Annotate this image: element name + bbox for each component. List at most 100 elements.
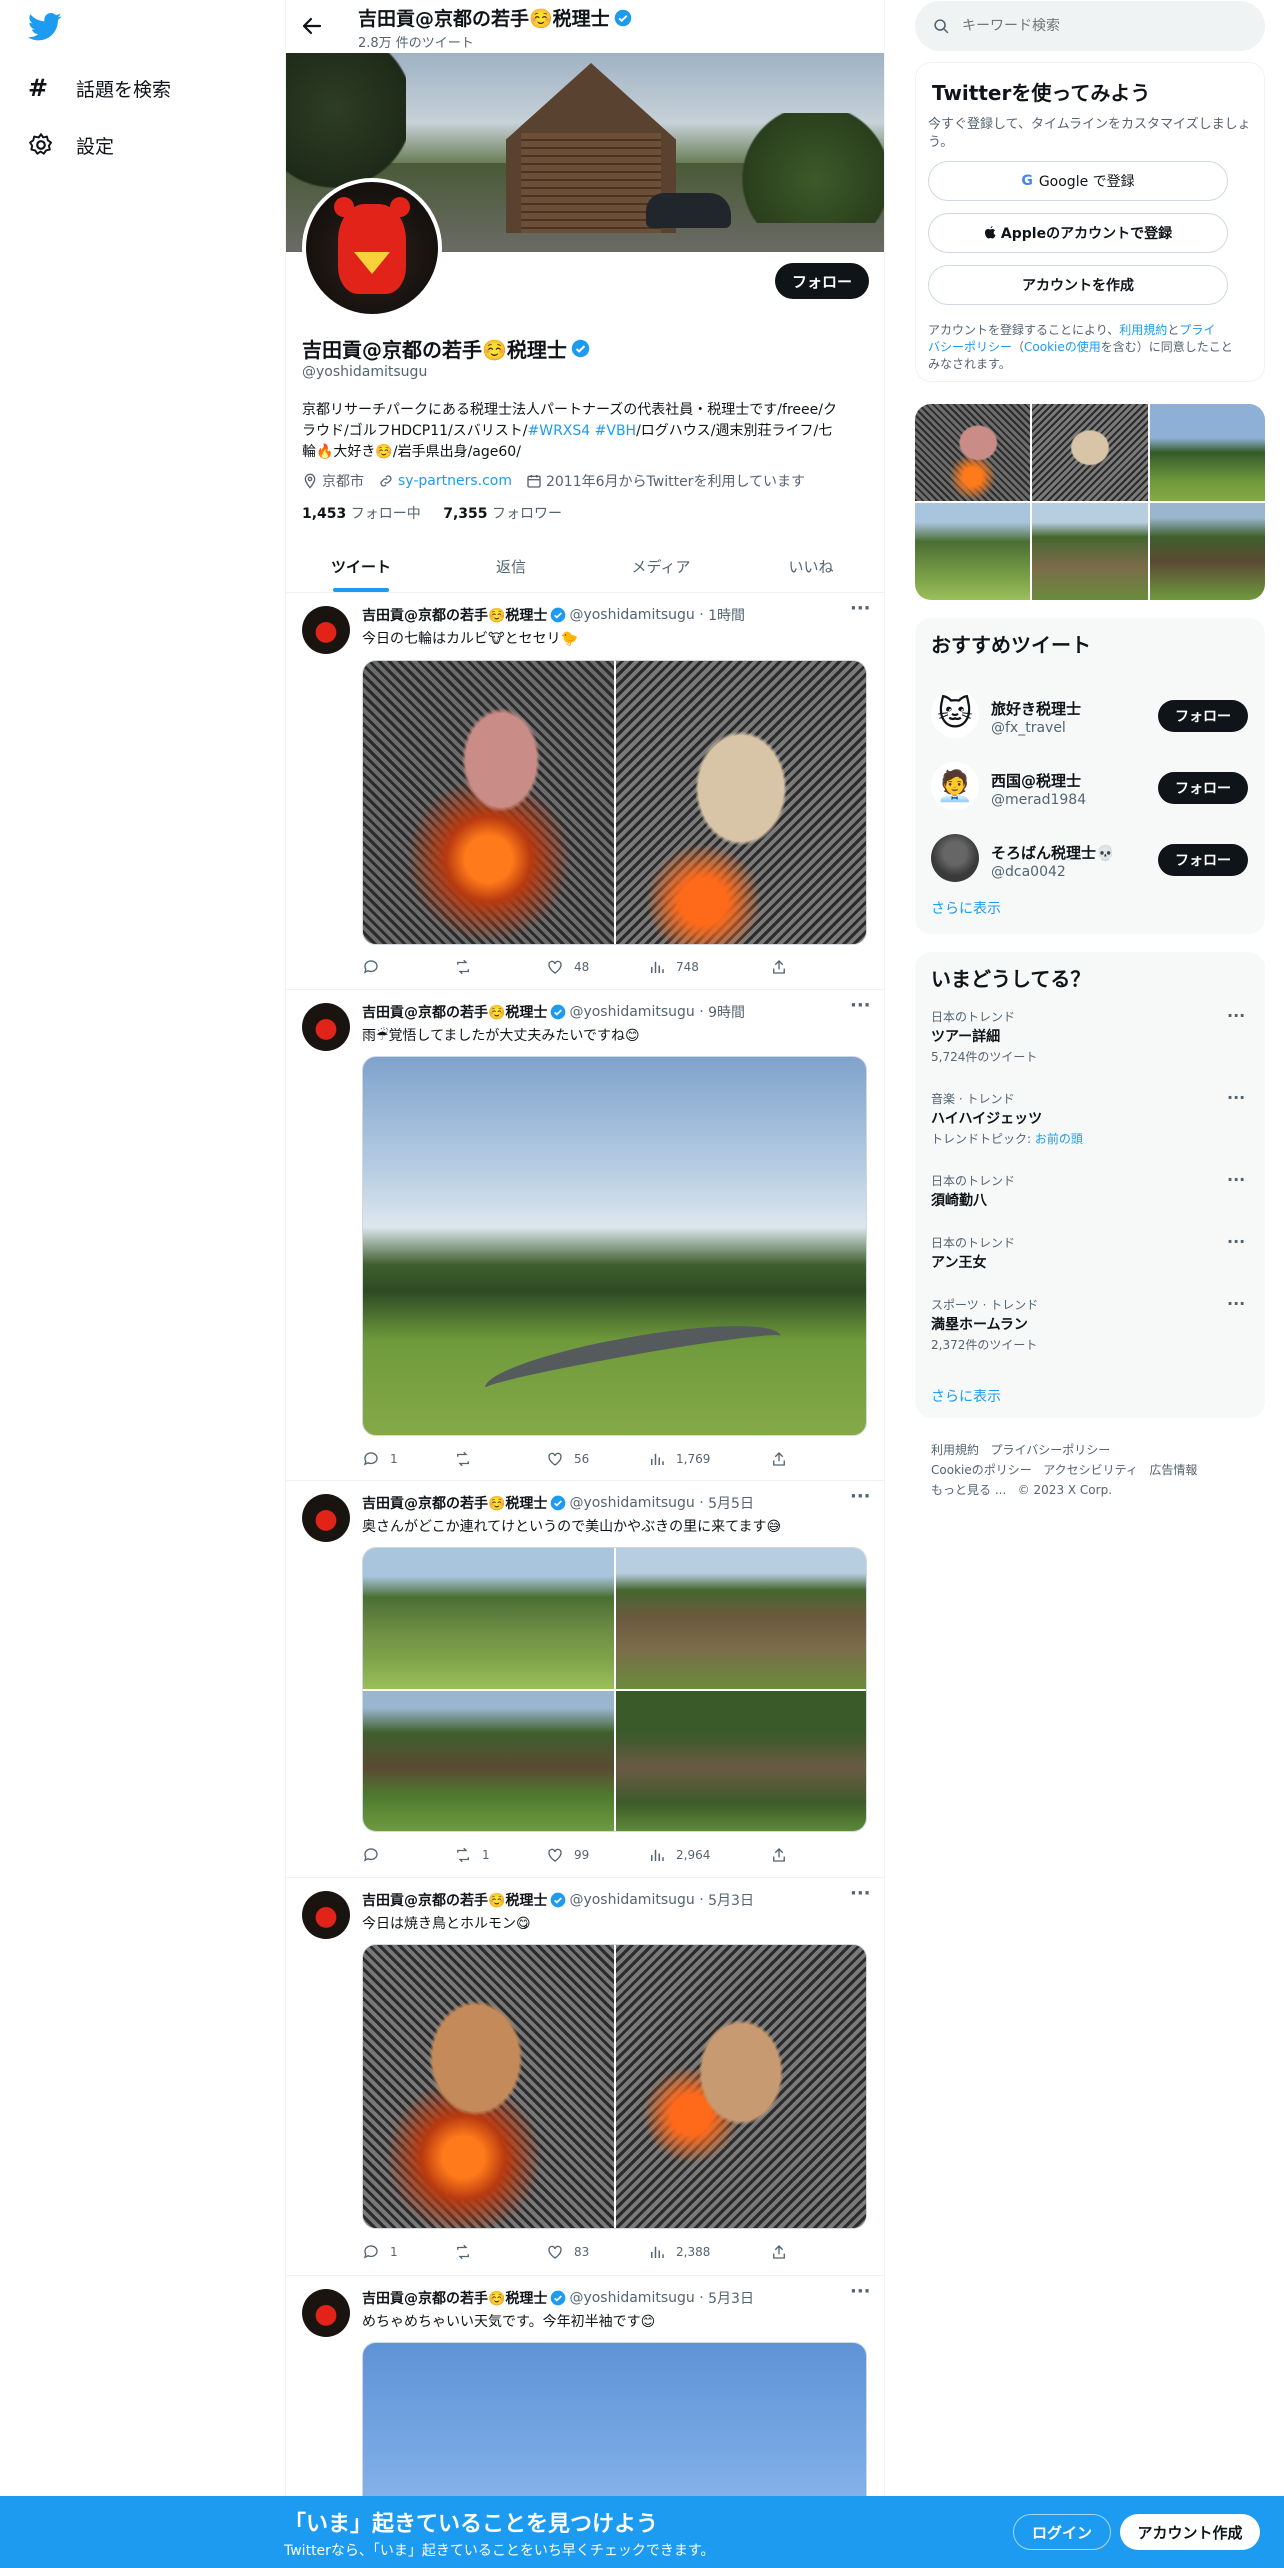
profile-avatar[interactable] [302, 178, 442, 318]
privacy-link[interactable]: プライ [1179, 323, 1215, 337]
tweet-media-grid[interactable] [362, 1944, 867, 2229]
more-options-icon[interactable]: ··· [850, 995, 871, 1016]
show-more-link[interactable]: さらに表示 [931, 898, 1001, 918]
nav-explore[interactable]: # 話題を検索 [28, 70, 171, 106]
recommended-user[interactable]: そろばん税理士💀 @dca0042 フォロー [915, 820, 1265, 890]
tab-media[interactable]: メディア [586, 540, 736, 592]
follow-button[interactable]: フォロー [1158, 844, 1248, 876]
user-avatar[interactable] [931, 834, 979, 882]
tweet-photo[interactable] [615, 1945, 866, 2228]
recommended-user[interactable]: 🐱 旅好き税理士 @fx_travel フォロー [915, 676, 1265, 746]
reply-button[interactable] [362, 958, 390, 976]
media-thumbnail[interactable] [1032, 503, 1148, 600]
views-button[interactable]: 2,388 [648, 2243, 710, 2261]
hashtag-link[interactable]: #WRXS4 [528, 423, 591, 439]
tweet-media-grid[interactable] [362, 660, 867, 945]
user-name[interactable]: そろばん税理士💀 [991, 842, 1115, 863]
more-options-icon[interactable]: ··· [1227, 1006, 1245, 1025]
retweet-button[interactable]: 1 [454, 1846, 490, 1864]
more-options-icon[interactable]: ··· [1227, 1170, 1245, 1189]
like-button[interactable]: 99 [546, 1846, 589, 1864]
retweet-button[interactable] [454, 958, 482, 976]
media-thumbnail[interactable] [915, 503, 1031, 600]
footer-more[interactable]: もっと見る ... [931, 1483, 1006, 1497]
search-box[interactable] [915, 1, 1265, 51]
tweet-author-handle[interactable]: @yoshidamitsugu [569, 1004, 694, 1020]
profile-link[interactable]: sy-partners.com [398, 473, 512, 489]
recommended-user[interactable]: 🧑‍💼 西国@税理士 @merad1984 フォロー [915, 748, 1265, 818]
tweet-author-handle[interactable]: @yoshidamitsugu [569, 607, 694, 623]
tweet-author-handle[interactable]: @yoshidamitsugu [569, 2290, 694, 2306]
tweet[interactable]: 吉田貢@京都の若手☺️税理士 @yoshidamitsugu · 5月5日 ··… [286, 1482, 884, 1878]
share-icon[interactable] [770, 1846, 788, 1864]
cookie-link[interactable]: Cookieの使用 [1024, 340, 1101, 354]
privacy-link[interactable]: バシーポリシー [928, 340, 1012, 354]
tweet-author-name[interactable]: 吉田貢@京都の若手☺️税理士 [362, 1493, 547, 1513]
login-button[interactable]: ログイン [1013, 2514, 1111, 2550]
more-options-icon[interactable]: ··· [1227, 1294, 1245, 1313]
media-thumbnail[interactable] [1032, 404, 1148, 501]
back-arrow-icon[interactable] [300, 14, 324, 38]
share-icon[interactable] [770, 2243, 788, 2261]
tweet-photo[interactable] [363, 1945, 614, 2228]
tweet-avatar[interactable] [302, 1891, 350, 1939]
tweet-time[interactable]: 5月3日 [708, 1890, 754, 1910]
footer-link[interactable]: アクセシビリティ [1043, 1463, 1138, 1477]
tweet-author-name[interactable]: 吉田貢@京都の若手☺️税理士 [362, 1890, 547, 1910]
tweet-author-name[interactable]: 吉田貢@京都の若手☺️税理士 [362, 605, 547, 625]
more-options-icon[interactable]: ··· [850, 1883, 871, 1904]
tweet-avatar[interactable] [302, 2289, 350, 2337]
tab-likes[interactable]: いいね [736, 540, 884, 592]
footer-link[interactable]: プライバシーポリシー [990, 1443, 1110, 1457]
share-icon[interactable] [770, 958, 788, 976]
reply-button[interactable] [362, 1846, 390, 1864]
tab-tweets[interactable]: ツイート [286, 540, 436, 592]
twitter-logo-icon[interactable] [28, 12, 62, 42]
apple-signup-button[interactable]: Appleのアカウントで登録 [928, 213, 1228, 253]
search-input[interactable] [962, 18, 1242, 34]
tweet-author-name[interactable]: 吉田貢@京都の若手☺️税理士 [362, 1002, 547, 1022]
more-options-icon[interactable]: ··· [1227, 1088, 1245, 1107]
tweet-time[interactable]: 5月5日 [708, 1493, 754, 1513]
trend-item[interactable]: 日本のトレンド ツアー詳細 5,724件のツイート ··· [915, 1006, 1265, 1088]
views-button[interactable]: 748 [648, 958, 699, 976]
follow-button[interactable]: フォロー [1158, 700, 1248, 732]
tweet-media-grid[interactable] [362, 1547, 867, 1832]
terms-link[interactable]: 利用規約 [1119, 323, 1167, 337]
like-button[interactable]: 48 [546, 958, 589, 976]
media-thumbnail[interactable] [915, 404, 1031, 501]
tweet-photo[interactable] [363, 1690, 614, 1831]
trend-item[interactable]: 音楽 · トレンド ハイハイジェッツ トレンドトピック: お前の頭 ··· [915, 1088, 1265, 1170]
tweet-author-handle[interactable]: @yoshidamitsugu [569, 1892, 694, 1908]
more-options-icon[interactable]: ··· [850, 1486, 871, 1507]
tweet-photo[interactable] [615, 1548, 866, 1689]
tweet-photo[interactable] [362, 1056, 867, 1436]
show-more-link[interactable]: さらに表示 [931, 1386, 1001, 1406]
media-thumbnail[interactable] [1149, 503, 1265, 600]
follow-button[interactable]: フォロー [1158, 772, 1248, 804]
user-avatar[interactable]: 🧑‍💼 [931, 762, 979, 810]
tweet-photo[interactable] [363, 1548, 614, 1689]
reply-button[interactable]: 1 [362, 1450, 398, 1468]
retweet-button[interactable] [454, 1450, 482, 1468]
tweet[interactable]: 吉田貢@京都の若手☺️税理士 @yoshidamitsugu · 5月3日 ··… [286, 2277, 884, 2500]
trend-item[interactable]: スポーツ · トレンド 満塁ホームラン 2,372件のツイート ··· [915, 1294, 1265, 1376]
trend-item[interactable]: 日本のトレンド 須崎勤八 ··· [915, 1170, 1265, 1232]
more-options-icon[interactable]: ··· [850, 598, 871, 619]
tweet[interactable]: 吉田貢@京都の若手☺️税理士 @yoshidamitsugu · 1時間 ···… [286, 594, 884, 990]
followers-link[interactable]: 7,355 フォロワー [443, 506, 562, 522]
tweet-author-name[interactable]: 吉田貢@京都の若手☺️税理士 [362, 2288, 547, 2308]
tab-replies[interactable]: 返信 [436, 540, 586, 592]
footer-link[interactable]: 利用規約 [931, 1443, 979, 1457]
create-account-button[interactable]: アカウントを作成 [928, 265, 1228, 305]
tweet[interactable]: 吉田貢@京都の若手☺️税理士 @yoshidamitsugu · 5月3日 ··… [286, 1879, 884, 2276]
more-options-icon[interactable]: ··· [850, 2281, 871, 2302]
reply-button[interactable]: 1 [362, 2243, 398, 2261]
user-avatar[interactable]: 🐱 [931, 690, 979, 738]
hashtag-link[interactable]: #VBH [595, 423, 636, 439]
footer-link[interactable]: 広告情報 [1149, 1463, 1197, 1477]
tweet-avatar[interactable] [302, 1003, 350, 1051]
views-button[interactable]: 1,769 [648, 1450, 710, 1468]
retweet-button[interactable] [454, 2243, 482, 2261]
tweet-avatar[interactable] [302, 1494, 350, 1542]
